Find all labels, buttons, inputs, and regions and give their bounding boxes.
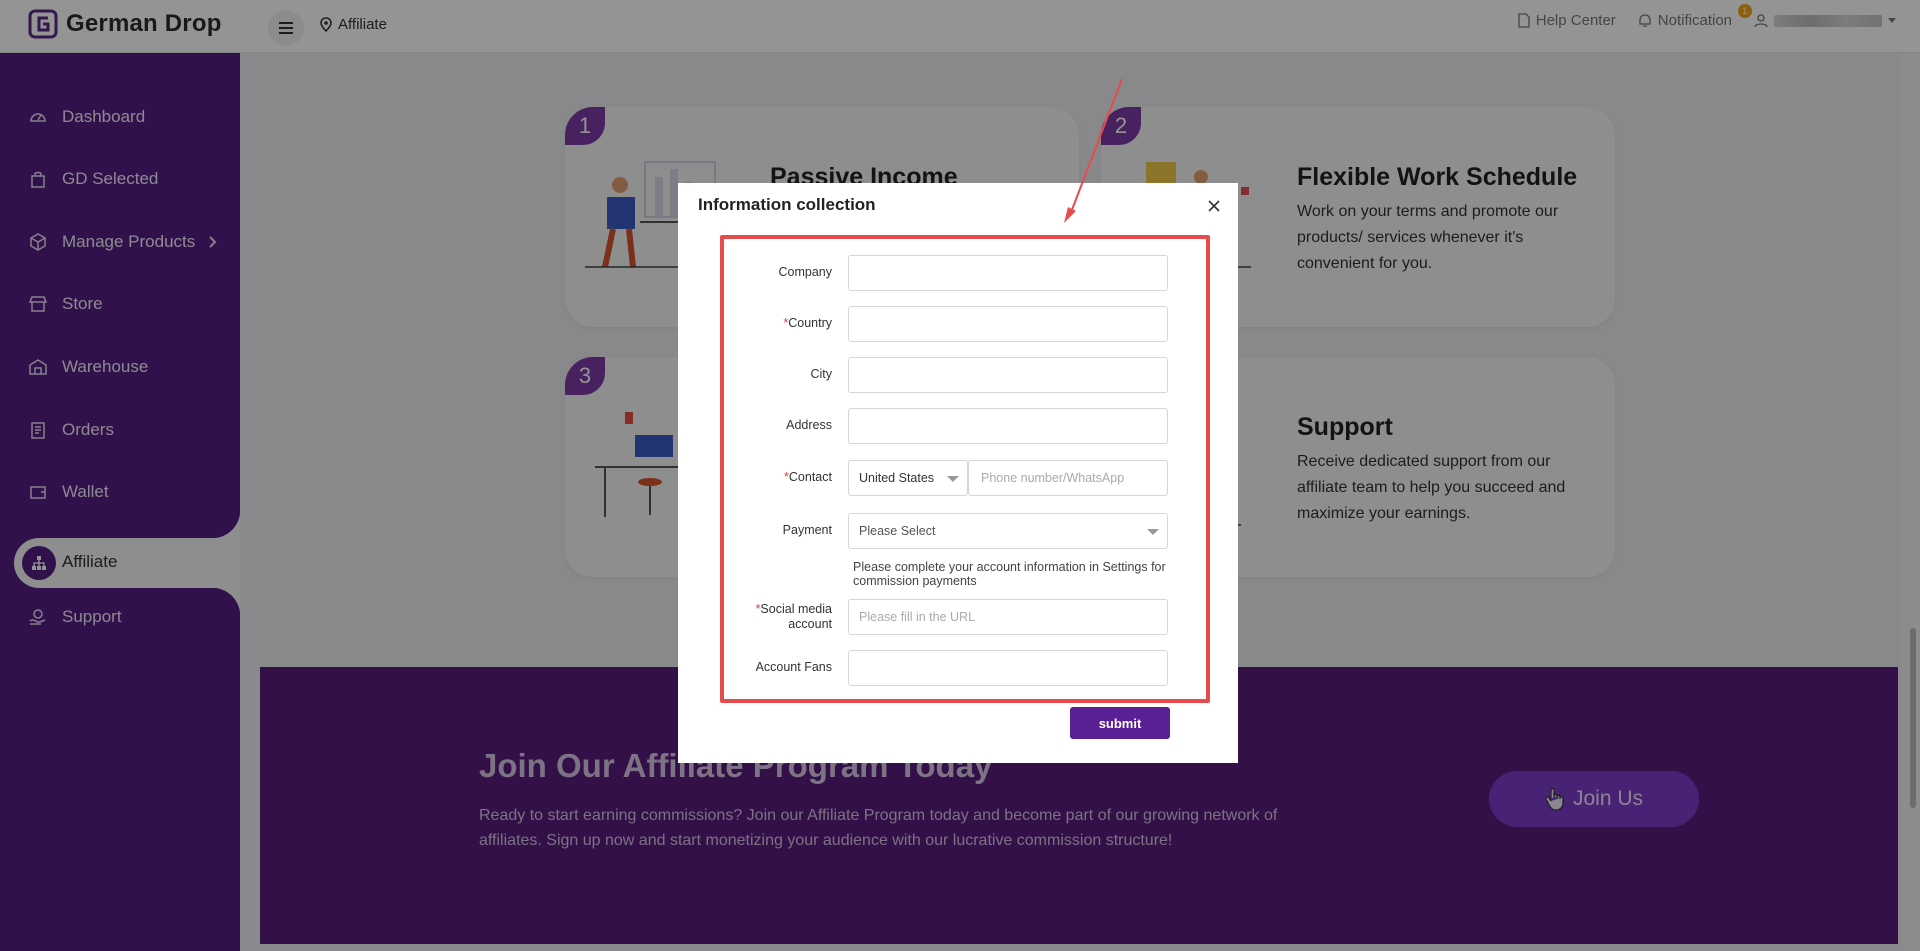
- chevron-down-icon: [1147, 529, 1159, 535]
- submit-button[interactable]: submit: [1070, 707, 1170, 739]
- annotation-arrow: [1064, 78, 1123, 223]
- information-collection-dialog: Information collection Company *Country …: [678, 183, 1238, 763]
- address-label: Address: [786, 418, 832, 432]
- payment-label: Payment: [782, 523, 832, 537]
- payment-select[interactable]: Please Select: [848, 513, 1168, 549]
- payment-hint: Please complete your account information…: [853, 560, 1166, 588]
- close-button[interactable]: [1204, 196, 1224, 216]
- payment-placeholder: Please Select: [859, 524, 936, 538]
- city-input[interactable]: [848, 357, 1168, 393]
- account-fans-input[interactable]: [848, 650, 1168, 686]
- chevron-down-icon: [947, 476, 959, 482]
- account-fans-label: Account Fans: [755, 660, 832, 674]
- city-label: City: [810, 367, 832, 381]
- contact-country-value: United States: [859, 471, 935, 485]
- close-icon: [1208, 200, 1220, 212]
- dialog-title: Information collection: [698, 195, 876, 214]
- address-input[interactable]: [848, 408, 1168, 444]
- social-media-label: *Social media account: [755, 602, 832, 631]
- social-media-url-input[interactable]: Please fill in the URL: [848, 599, 1168, 635]
- country-label: *Country: [783, 316, 832, 330]
- contact-country-select[interactable]: United States: [848, 460, 968, 496]
- contact-label: *Contact: [784, 470, 832, 484]
- phone-input[interactable]: Phone number/WhatsApp: [968, 460, 1168, 496]
- country-input[interactable]: [848, 306, 1168, 342]
- company-input[interactable]: [848, 255, 1168, 291]
- company-label: Company: [778, 265, 833, 279]
